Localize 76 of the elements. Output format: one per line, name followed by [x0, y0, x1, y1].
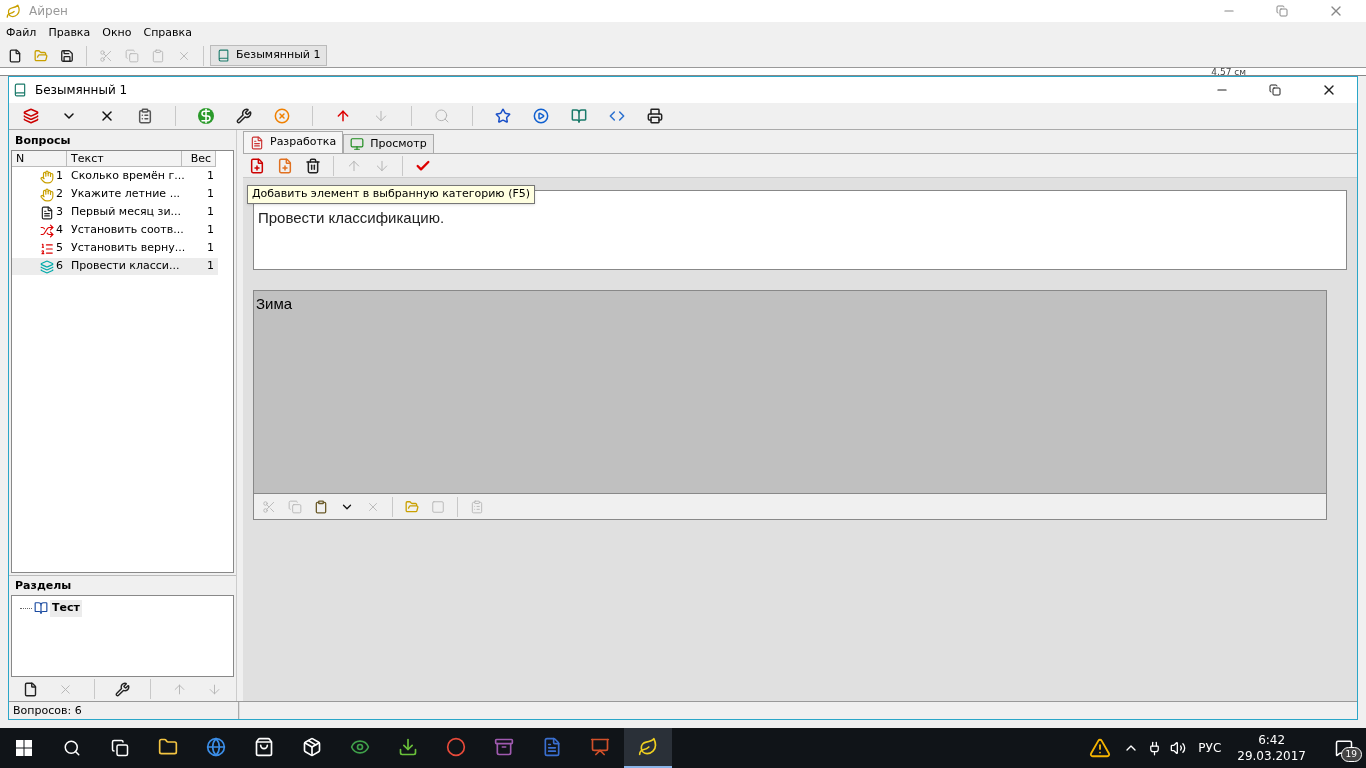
question-weight: 1 [206, 204, 215, 221]
menu-item[interactable]: Справка [143, 24, 192, 42]
ordering-icon [40, 241, 54, 256]
book-icon [13, 83, 27, 97]
question-number: 5 [56, 240, 63, 257]
question-row[interactable]: 4 Установить соотв... 1 [12, 222, 218, 239]
document-icon [250, 135, 264, 150]
question-text: Сколько времён г... [70, 168, 186, 185]
archive-icon [494, 737, 514, 757]
book-icon [217, 49, 230, 62]
tab[interactable]: Разработка [243, 131, 344, 153]
clock-time: 6:42 [1258, 732, 1286, 748]
leaf-icon [638, 737, 658, 757]
question-weight: 1 [206, 222, 215, 239]
category-text: Зима [256, 295, 293, 312]
question-text: Провести класси... [70, 258, 181, 275]
browser-icon [206, 737, 226, 757]
column-header[interactable]: Текст [67, 151, 182, 167]
tooltip: Добавить элемент в выбранную категорию (F5) [247, 185, 536, 204]
column-header[interactable]: N [12, 151, 67, 167]
matching-icon [40, 223, 54, 238]
tab[interactable]: Просмотр [343, 134, 434, 153]
question-number: 1 [56, 168, 63, 185]
eye-icon [350, 737, 370, 757]
menu-item[interactable]: Файл [6, 24, 37, 42]
word-document-icon [542, 737, 562, 757]
question-number: 3 [56, 204, 63, 221]
language-indicator[interactable]: РУС [1198, 739, 1222, 757]
question-row[interactable]: 1 Сколько времён г... 1 [12, 168, 218, 185]
panel-heading: Вопросы [14, 133, 72, 149]
notification-count: 19 [1340, 746, 1362, 762]
question-row[interactable]: 3 Первый месяц зи... 1 [12, 204, 218, 221]
question-row[interactable]: 5 Установить верну... 1 [12, 240, 218, 257]
question-weight: 1 [206, 240, 215, 257]
column-header[interactable]: Вес [182, 151, 216, 167]
monitor-icon [350, 137, 365, 151]
question-weight: 1 [206, 258, 215, 275]
package-icon [302, 737, 322, 757]
menu-item[interactable]: Правка [48, 24, 91, 42]
status-text: Вопросов: 6 [9, 702, 239, 719]
task-view-icon[interactable] [111, 739, 129, 757]
tree-item[interactable]: Тест [50, 600, 82, 617]
question-text: Укажите летние ... [70, 186, 182, 203]
question-text: Установить соотв... [70, 222, 185, 239]
circle-icon [446, 737, 466, 757]
taskbar-app[interactable] [624, 728, 672, 768]
clock-date: 29.03.2017 [1237, 748, 1306, 764]
shopping-bag-icon [254, 737, 274, 757]
question-text: Первый месяц зи... [70, 204, 183, 221]
document-icon [40, 205, 54, 220]
question-weight: 1 [206, 168, 215, 185]
pointing-hand-icon [40, 169, 54, 184]
folder-icon [158, 737, 178, 757]
download-icon [398, 737, 418, 757]
question-number: 6 [56, 258, 63, 275]
leaf-icon [6, 3, 21, 19]
menu-item[interactable]: Окно [102, 24, 132, 42]
window-title: Безымянный 1 [35, 82, 128, 99]
search-icon[interactable] [63, 739, 81, 757]
book-icon [34, 601, 48, 616]
question-weight: 1 [206, 186, 215, 203]
question-number: 2 [56, 186, 63, 203]
app-title: Айрен [29, 3, 68, 20]
pointing-hand-icon [40, 187, 54, 202]
window-tab[interactable]: Безымянный 1 [210, 45, 328, 66]
question-row[interactable]: 2 Укажите летние ... 1 [12, 186, 218, 203]
windows-logo-icon[interactable] [16, 740, 32, 756]
presentation-icon [590, 737, 610, 757]
question-number: 4 [56, 222, 63, 239]
question-row[interactable]: 6 Провести класси... 1 [12, 258, 218, 275]
clock[interactable]: 6:42 29.03.2017 [1237, 732, 1306, 764]
speaker-icon[interactable] [1170, 740, 1187, 756]
restore-icon[interactable] [1269, 84, 1281, 96]
warning-icon[interactable] [1089, 737, 1112, 759]
question-text: Установить верну... [70, 240, 187, 257]
question-body: Провести классификацию. [258, 209, 445, 226]
